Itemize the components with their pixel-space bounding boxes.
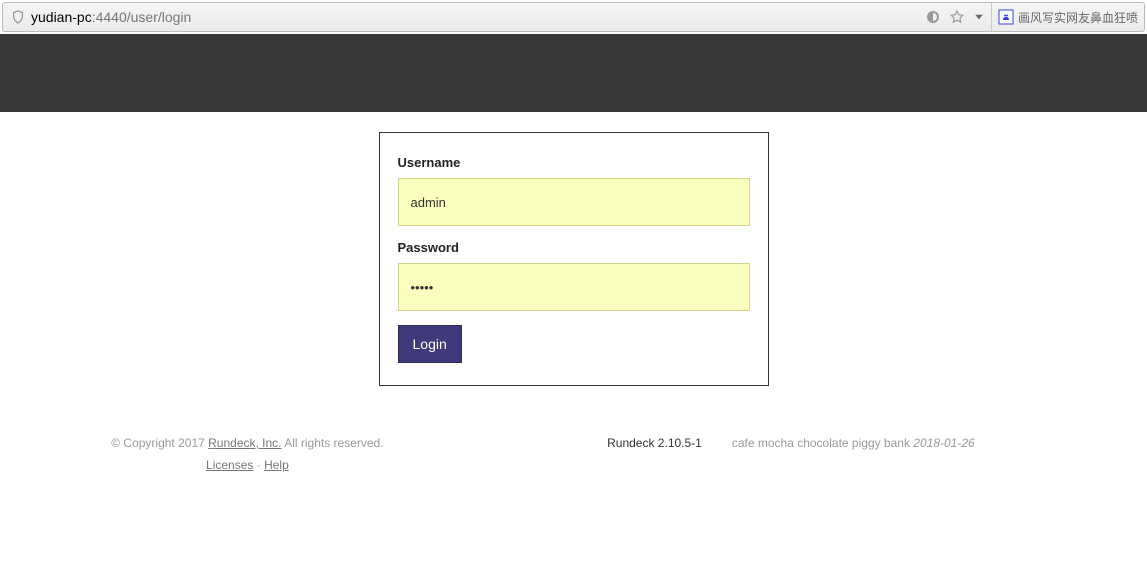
version-text: Rundeck 2.10.5-1	[607, 436, 702, 472]
codename-date: cafe mocha chocolate piggy bank 2018-01-…	[732, 436, 975, 472]
login-box: Username Password Login	[379, 132, 769, 386]
footer: © Copyright 2017 Rundeck, Inc. All right…	[0, 436, 1147, 472]
header-bar	[0, 34, 1147, 112]
url-path: :4440/user/login	[92, 9, 192, 25]
dropdown-icon[interactable]	[973, 11, 985, 23]
build-date: 2018-01-26	[913, 436, 974, 450]
rundeck-link[interactable]: Rundeck, Inc.	[208, 436, 281, 450]
username-group: Username	[398, 155, 750, 226]
footer-links: Licenses · Help	[30, 458, 465, 472]
footer-copyright: © Copyright 2017 Rundeck, Inc. All right…	[30, 436, 465, 472]
security-icon	[11, 10, 25, 24]
address-bar: yudian-pc:4440/user/login 画风写实网友鼻血狂喷	[2, 2, 1145, 32]
login-container: Username Password Login	[0, 132, 1147, 386]
url-actions	[919, 9, 991, 25]
help-link[interactable]: Help	[264, 458, 289, 472]
username-label: Username	[398, 155, 750, 170]
codename-text: cafe mocha chocolate piggy bank	[732, 436, 913, 450]
footer-version-area: Rundeck 2.10.5-1 cafe mocha chocolate pi…	[465, 436, 1117, 472]
bookmark-label: 画风写实网友鼻血狂喷	[1018, 9, 1138, 26]
copyright-prefix: © Copyright 2017	[111, 436, 208, 450]
link-separator: ·	[253, 458, 264, 472]
bookmark-bar-item[interactable]: 画风写实网友鼻血狂喷	[991, 3, 1144, 31]
url-input-area[interactable]: yudian-pc:4440/user/login	[3, 9, 919, 25]
password-group: Password	[398, 240, 750, 311]
username-input[interactable]	[398, 178, 750, 226]
password-input[interactable]	[398, 263, 750, 311]
star-icon[interactable]	[949, 9, 965, 25]
compat-icon[interactable]	[925, 9, 941, 25]
login-button[interactable]: Login	[398, 325, 462, 363]
bookmark-favicon	[998, 9, 1014, 25]
url-text: yudian-pc:4440/user/login	[31, 9, 191, 25]
password-label: Password	[398, 240, 750, 255]
url-host: yudian-pc	[31, 9, 92, 25]
licenses-link[interactable]: Licenses	[206, 458, 253, 472]
copyright-suffix: All rights reserved.	[282, 436, 384, 450]
